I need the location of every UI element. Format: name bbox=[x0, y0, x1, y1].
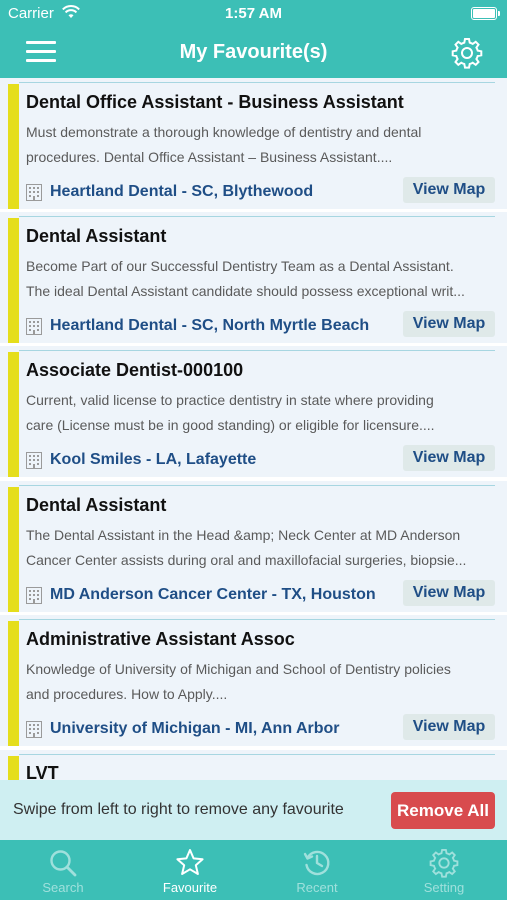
tab-label: Favourite bbox=[162, 880, 218, 895]
job-card[interactable]: Dental Office Assistant - Business Assis… bbox=[0, 78, 507, 209]
battery-icon bbox=[471, 7, 500, 20]
building-icon bbox=[26, 587, 42, 604]
company-location: MD Anderson Cancer Center - TX, Houston bbox=[50, 586, 376, 603]
view-map-button[interactable]: View Map bbox=[403, 311, 495, 337]
tab-label: Recent bbox=[296, 880, 338, 895]
swipe-hint-text: Swipe from left to right to remove any f… bbox=[13, 801, 344, 818]
history-icon bbox=[303, 850, 330, 876]
favourite-accent-bar bbox=[8, 621, 19, 746]
building-icon bbox=[26, 721, 42, 738]
view-map-button[interactable]: View Map bbox=[403, 714, 495, 740]
search-icon bbox=[50, 850, 77, 877]
building-icon bbox=[26, 318, 42, 335]
favourite-accent-bar bbox=[8, 487, 19, 612]
company-location: University of Michigan - MI, Ann Arbor bbox=[50, 720, 340, 737]
tab-bar: Search Favourite Recent Setting bbox=[0, 840, 507, 900]
job-card[interactable]: Dental Assistant The Dental Assistant in… bbox=[0, 481, 507, 612]
remove-all-button[interactable]: Remove All bbox=[391, 792, 495, 829]
job-description: The Dental Assistant in the Head &amp; N… bbox=[26, 527, 467, 568]
tab-favourite[interactable]: Favourite bbox=[127, 840, 253, 900]
job-title[interactable]: LVT bbox=[26, 763, 59, 780]
job-title[interactable]: Dental Assistant bbox=[26, 226, 166, 247]
job-description: Current, valid license to practice denti… bbox=[26, 392, 435, 433]
job-description: Become Part of our Successful Dentistry … bbox=[26, 258, 465, 299]
page-title: My Favourite(s) bbox=[179, 41, 328, 63]
company-location: Heartland Dental - SC, Blythewood bbox=[50, 183, 314, 200]
job-description: Knowledge of University of Michigan and … bbox=[26, 661, 451, 702]
job-title[interactable]: Administrative Assistant Assoc bbox=[26, 629, 295, 650]
job-card[interactable]: Administrative Assistant Assoc Knowledge… bbox=[0, 615, 507, 746]
star-icon bbox=[176, 849, 204, 875]
favourites-list[interactable]: Dental Office Assistant - Business Assis… bbox=[0, 78, 507, 780]
remove-favourites-banner: Swipe from left to right to remove any f… bbox=[0, 780, 507, 840]
nav-bar: My Favourite(s) bbox=[0, 28, 507, 78]
job-title[interactable]: Associate Dentist-000100 bbox=[26, 360, 243, 381]
building-icon bbox=[26, 184, 42, 201]
company-location: Heartland Dental - SC, North Myrtle Beac… bbox=[50, 317, 370, 334]
tab-label: Search bbox=[42, 880, 84, 895]
status-bar: Carrier 1:57 AM bbox=[0, 0, 507, 28]
clock: 1:57 AM bbox=[225, 5, 282, 22]
view-map-button[interactable]: View Map bbox=[403, 580, 495, 606]
building-icon bbox=[26, 452, 42, 469]
job-card[interactable]: Dental Assistant Become Part of our Succ… bbox=[0, 212, 507, 343]
job-title[interactable]: Dental Office Assistant - Business Assis… bbox=[26, 92, 404, 113]
gear-icon[interactable] bbox=[451, 37, 483, 69]
favourite-accent-bar bbox=[8, 352, 19, 477]
job-title[interactable]: Dental Assistant bbox=[26, 495, 166, 516]
view-map-button[interactable]: View Map bbox=[403, 177, 495, 203]
tab-label: Setting bbox=[423, 880, 465, 895]
job-description: Must demonstrate a thorough knowledge of… bbox=[26, 124, 422, 165]
gear-icon bbox=[429, 848, 459, 878]
job-card[interactable]: LVT bbox=[0, 750, 507, 780]
favourite-accent-bar bbox=[8, 756, 19, 780]
company-location: Kool Smiles - LA, Lafayette bbox=[50, 451, 257, 468]
view-map-button[interactable]: View Map bbox=[403, 445, 495, 471]
favourite-accent-bar bbox=[8, 218, 19, 343]
tab-setting[interactable]: Setting bbox=[381, 840, 507, 900]
tab-recent[interactable]: Recent bbox=[254, 840, 380, 900]
job-card[interactable]: Associate Dentist-000100 Current, valid … bbox=[0, 346, 507, 477]
tab-search[interactable]: Search bbox=[0, 840, 126, 900]
favourite-accent-bar bbox=[8, 84, 19, 209]
